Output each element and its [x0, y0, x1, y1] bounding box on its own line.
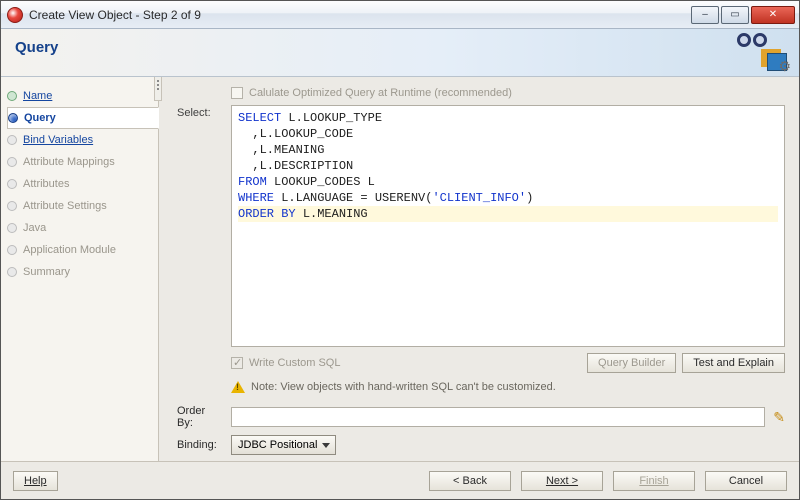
- chevron-down-icon: [322, 443, 330, 448]
- gear-icon: ⚙: [778, 58, 791, 75]
- banner: Query ⚙: [1, 29, 799, 77]
- optimize-runtime-label: Calulate Optimized Query at Runtime (rec…: [249, 87, 512, 99]
- step-name[interactable]: Name: [7, 85, 158, 107]
- app-icon: [7, 7, 23, 23]
- step-attribute-mappings: Attribute Mappings: [7, 151, 158, 173]
- glasses-icon: [737, 33, 771, 51]
- step-attribute-settings: Attribute Settings: [7, 195, 158, 217]
- customization-note: Note: View objects with hand-written SQL…: [231, 381, 785, 393]
- cancel-button[interactable]: Cancel: [705, 471, 787, 491]
- help-button[interactable]: Help: [13, 471, 58, 491]
- step-bind-variables[interactable]: Bind Variables: [7, 129, 158, 151]
- titlebar[interactable]: Create View Object - Step 2 of 9 – ▭ ✕: [1, 1, 799, 29]
- main-panel: Calulate Optimized Query at Runtime (rec…: [159, 77, 799, 461]
- wizard-sidebar: Name Query Bind Variables Attribute Mapp…: [1, 77, 159, 461]
- minimize-button[interactable]: –: [691, 6, 719, 24]
- sql-editor[interactable]: SELECT L.LOOKUP_TYPE ,L.LOOKUP_CODE ,L.M…: [231, 105, 785, 347]
- step-java: Java: [7, 217, 158, 239]
- step-application-module: Application Module: [7, 239, 158, 261]
- order-by-input[interactable]: [231, 407, 765, 427]
- step-attributes: Attributes: [7, 173, 158, 195]
- binding-label: Binding:: [177, 439, 223, 451]
- banner-illustration: ⚙: [737, 33, 787, 73]
- warning-icon: [231, 381, 245, 393]
- sidebar-resizer[interactable]: [154, 77, 162, 101]
- next-button[interactable]: Next >: [521, 471, 603, 491]
- binding-value: JDBC Positional: [238, 439, 317, 451]
- query-builder-button: Query Builder: [587, 353, 676, 373]
- select-label: Select:: [177, 105, 223, 347]
- content-area: Name Query Bind Variables Attribute Mapp…: [1, 77, 799, 461]
- maximize-button[interactable]: ▭: [721, 6, 749, 24]
- finish-button: Finish: [613, 471, 695, 491]
- window-title: Create View Object - Step 2 of 9: [29, 8, 201, 22]
- step-query[interactable]: Query: [7, 107, 159, 129]
- wizard-steps: Name Query Bind Variables Attribute Mapp…: [1, 77, 158, 283]
- back-button[interactable]: < Back: [429, 471, 511, 491]
- dialog-window: Create View Object - Step 2 of 9 – ▭ ✕ Q…: [0, 0, 800, 500]
- edit-order-by-icon[interactable]: ✎: [773, 409, 785, 426]
- order-by-label: Order By:: [177, 405, 223, 429]
- binding-select[interactable]: JDBC Positional: [231, 435, 336, 455]
- test-explain-button[interactable]: Test and Explain: [682, 353, 785, 373]
- close-button[interactable]: ✕: [751, 6, 795, 24]
- page-title: Query: [15, 39, 785, 56]
- note-text: Note: View objects with hand-written SQL…: [251, 381, 556, 393]
- optimize-runtime-checkbox: [231, 87, 243, 99]
- write-custom-sql-checkbox: ✓: [231, 357, 243, 369]
- wizard-footer: Help < Back Next > Finish Cancel: [1, 461, 799, 499]
- step-summary: Summary: [7, 261, 158, 283]
- write-custom-sql-label: Write Custom SQL: [249, 357, 341, 369]
